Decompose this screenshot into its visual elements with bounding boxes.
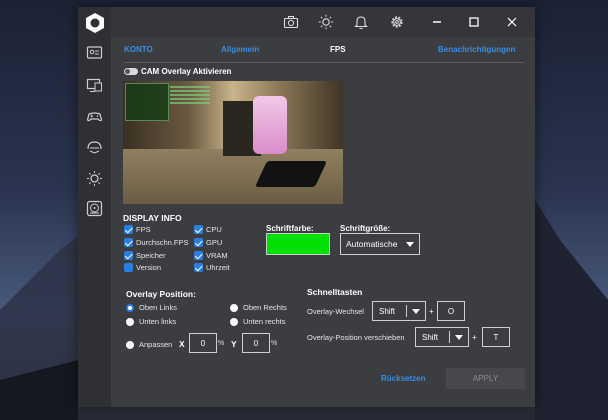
overlay-toggle-label: Overlay-Wechsel [307,307,364,316]
radio-label: Anpassen [139,340,173,349]
x-unit: % [218,340,225,347]
modifier-value: Shift [422,332,439,342]
overlay-preview-image [123,81,343,204]
radio-dot[interactable] [126,340,134,349]
checkbox-gpu[interactable]: GPU [194,238,222,247]
preview-character [253,96,287,154]
font-size-select[interactable]: Automatische [340,233,420,255]
checkbox-label: GPU [206,238,223,247]
preview-radar [125,83,169,121]
reset-button[interactable]: Rücksetzen [381,374,425,383]
tab-fps[interactable]: FPS [330,45,346,54]
checkbox-box[interactable] [194,238,203,247]
radio-dot[interactable] [126,317,134,326]
disk-icon[interactable] [86,200,103,217]
minimize-icon[interactable] [429,14,445,30]
hotkeys-title: Schnelltasten [307,287,363,297]
sidebar [78,7,111,407]
checkbox-box[interactable] [194,225,203,234]
checkbox-box[interactable] [194,263,203,272]
radio-bottom-left[interactable]: Unten links [126,317,176,326]
checkbox-version[interactable]: Version [124,263,161,272]
apply-button[interactable]: APPLY [446,368,525,389]
y-unit: % [271,340,278,347]
checkbox-speicher[interactable]: Speicher [124,251,166,260]
select-divider [449,331,450,343]
radio-label: Oben Links [139,303,177,312]
radio-dot[interactable] [126,303,134,312]
gamepad-icon[interactable] [86,108,103,125]
tab-benachrichtigungen[interactable]: Benachrichtigungen [438,45,515,54]
tab-konto[interactable]: KONTO [124,45,153,54]
radio-dot[interactable] [230,317,238,326]
brightness-icon[interactable] [318,14,334,30]
gear-icon[interactable] [389,14,405,30]
checkbox-label: Speicher [136,251,166,260]
y-position-input[interactable]: 0 [242,333,270,353]
radio-bottom-right[interactable]: Unten rechts [230,317,286,326]
font-size-label: Schriftgröße: [340,224,391,233]
plus-sign: + [429,307,434,316]
cam-overlay-label: CAM Overlay Aktivieren [141,67,232,76]
app-window: KONTO Allgemein FPS Benachrichtigungen C… [78,7,535,407]
font-color-label: Schriftfarbe: [266,224,314,233]
x-position-input[interactable]: 0 [189,333,217,353]
y-label: Y [231,339,237,349]
preview-weapon [254,161,328,187]
radio-top-left[interactable]: Oben Links [126,303,177,312]
brightness-icon[interactable] [86,170,103,187]
checkbox-label: CPU [206,225,222,234]
font-color-swatch[interactable] [266,233,330,255]
radio-top-right[interactable]: Oben Rechts [230,303,287,312]
radio-label: Oben Rechts [243,303,287,312]
checkbox-box[interactable] [124,251,133,260]
chevron-down-icon [412,309,420,314]
maximize-icon[interactable] [466,14,482,30]
checkbox-label: Uhrzeit [206,263,230,272]
headset-icon[interactable] [86,139,103,156]
tab-divider [124,62,524,63]
select-divider [406,305,407,317]
radio-custom[interactable]: Anpassen [126,340,172,349]
overlay-toggle-modifier-select[interactable]: Shift [372,301,426,321]
checkbox-label: Version [136,263,162,272]
font-size-value: Automatische [346,239,398,249]
id-card-icon[interactable] [86,44,103,61]
checkbox-uhrzeit[interactable]: Uhrzeit [194,263,230,272]
overlay-move-modifier-select[interactable]: Shift [415,327,469,347]
checkbox-label: Durchschn.FPS [136,238,189,247]
close-icon[interactable] [504,14,520,30]
monitor-icon[interactable] [86,77,103,94]
overlay-toggle-key-input[interactable]: O [437,301,465,321]
chevron-down-icon [455,335,463,340]
camera-icon[interactable] [283,14,299,30]
checkbox-fps[interactable]: FPS [124,225,151,234]
checkbox-box[interactable] [124,238,133,247]
checkbox-vram[interactable]: VRAM [194,251,228,260]
radio-dot[interactable] [230,303,238,312]
checkbox-box[interactable] [194,251,203,260]
checkbox-box[interactable] [124,263,133,272]
radio-label: Unten rechts [243,317,286,326]
checkbox-avg-fps[interactable]: Durchschn.FPS [124,238,189,247]
overlay-move-key-input[interactable]: T [482,327,510,347]
overlay-move-label: Overlay-Position verschieben [307,333,405,342]
tab-allgemein[interactable]: Allgemein [221,45,259,54]
x-label: X [179,339,185,349]
bell-icon[interactable] [353,14,369,30]
cam-overlay-toggle[interactable] [124,68,138,75]
checkbox-box[interactable] [124,225,133,234]
overlay-position-title: Overlay Position: [126,289,196,299]
chevron-down-icon [406,242,414,247]
radio-label: Unten links [139,317,177,326]
app-logo [84,12,106,34]
checkbox-label: VRAM [206,251,228,260]
plus-sign: + [472,333,477,342]
titlebar [111,7,535,37]
modifier-value: Shift [379,306,396,316]
checkbox-cpu[interactable]: CPU [194,225,222,234]
display-info-title: DISPLAY INFO [123,213,182,223]
preview-overlay-stats [170,84,210,112]
checkbox-label: FPS [136,225,151,234]
